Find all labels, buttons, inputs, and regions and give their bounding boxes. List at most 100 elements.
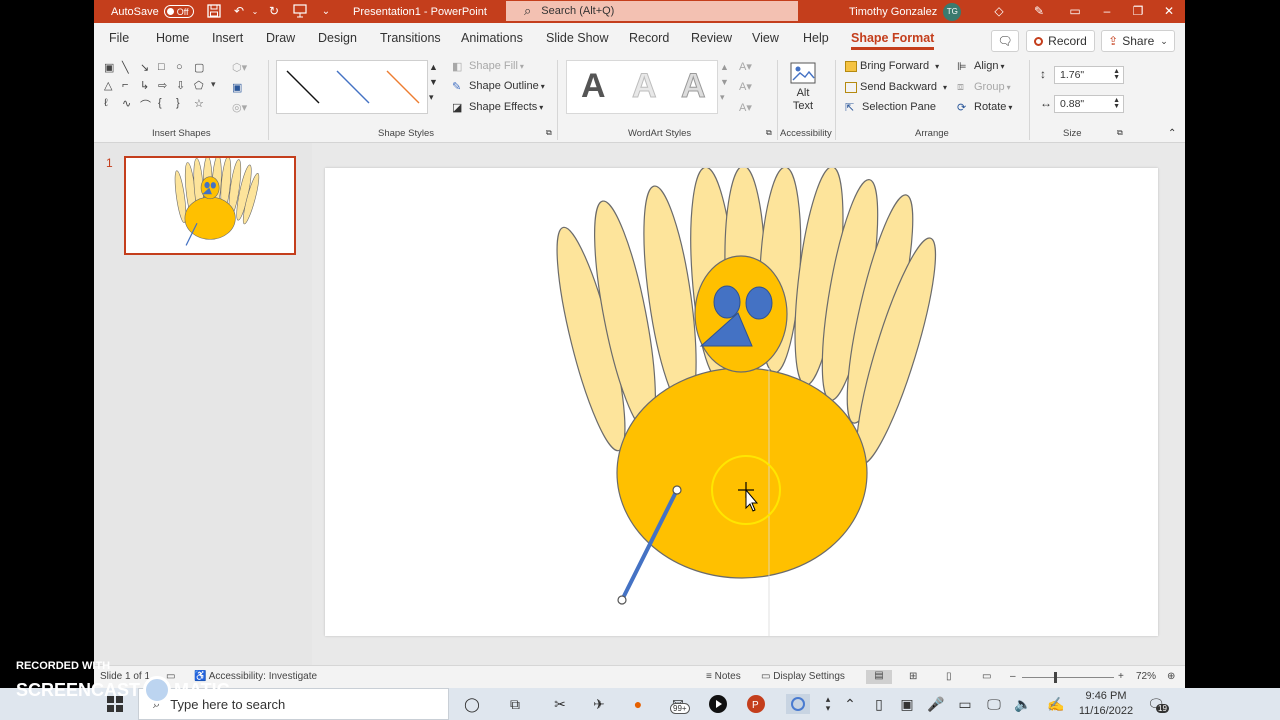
fit-slide-icon[interactable]: ⊕	[1167, 671, 1175, 682]
clock[interactable]: 9:46 PM 11/16/2022	[1076, 689, 1136, 719]
star-shape-icon[interactable]: ☆	[194, 97, 204, 110]
pen-workspace-icon[interactable]: ✍	[1046, 694, 1066, 714]
snipping-tool-icon[interactable]: ✂	[550, 694, 570, 714]
zoom-level[interactable]: 72%	[1136, 671, 1156, 682]
record-button[interactable]: Record	[1026, 30, 1095, 52]
minimize-icon[interactable]: –	[1099, 3, 1115, 19]
triangle-shape-icon[interactable]: △	[104, 79, 112, 92]
tab-help[interactable]: Help	[803, 31, 829, 45]
customize-toolbar-icon[interactable]: ⌄	[318, 3, 334, 19]
wordart-gallery[interactable]: A A A	[566, 60, 718, 114]
down-arrow-shape-icon[interactable]: ⇩	[176, 79, 185, 92]
autosave-control[interactable]: AutoSave Off	[111, 0, 194, 23]
cortana-icon[interactable]: ◯	[462, 694, 482, 714]
pentagon-shape-icon[interactable]: ⬠	[194, 79, 204, 92]
wordart-dialog-launcher-icon[interactable]: ⧉	[766, 128, 772, 138]
tab-draw[interactable]: Draw	[266, 31, 295, 45]
alt-text-button[interactable]: Alt Text	[790, 62, 816, 113]
tab-insert[interactable]: Insert	[212, 31, 243, 45]
edit-shape-icon[interactable]: ⬡▾	[232, 61, 247, 74]
volume-icon[interactable]: 🔈	[1013, 694, 1033, 714]
tab-animations[interactable]: Animations	[461, 31, 523, 45]
slide-canvas[interactable]	[325, 165, 1158, 636]
firefox-icon[interactable]: ●	[628, 694, 648, 714]
shape-fill-button[interactable]: ◧ Shape Fill ▾	[452, 60, 524, 73]
display-settings-button[interactable]: ▭ Display Settings	[761, 671, 845, 682]
tab-transitions[interactable]: Transitions	[380, 31, 441, 45]
elbow-connector-icon[interactable]: ⌐	[122, 79, 128, 91]
save-icon[interactable]	[206, 3, 222, 19]
freeform-shape-icon[interactable]: ℓ	[104, 97, 108, 109]
normal-view-icon[interactable]: ▤	[866, 670, 892, 684]
wordart-style-plain[interactable]: A	[581, 67, 606, 106]
shape-outline-button[interactable]: ✎ Shape Outline ▾	[452, 80, 545, 93]
bring-forward-button[interactable]: Bring Forward ▾	[845, 60, 939, 72]
share-button[interactable]: ⇪ Share ⌄	[1101, 30, 1175, 52]
redo-icon[interactable]: ↻	[266, 3, 282, 19]
rectangle-shape-icon[interactable]: □	[158, 61, 165, 73]
merge-shapes-icon[interactable]: ◎▾	[232, 101, 247, 114]
collapse-ribbon-icon[interactable]: ⌃	[1168, 128, 1176, 139]
tab-shape-format[interactable]: Shape Format	[851, 31, 935, 50]
group-button[interactable]: ⧈ Group ▾	[957, 81, 1011, 93]
tab-review[interactable]: Review	[691, 31, 732, 45]
tab-slide-show[interactable]: Slide Show	[546, 31, 609, 45]
wordart-style-shadow[interactable]: A	[681, 67, 707, 106]
search-box[interactable]: ⌕ Search (Alt+Q)	[506, 1, 798, 21]
send-backward-button[interactable]: Send Backward ▾	[845, 81, 947, 93]
zoom-in-icon[interactable]: +	[1118, 671, 1124, 682]
battery-icon[interactable]: ▭	[955, 694, 975, 714]
tab-record[interactable]: Record	[629, 31, 669, 45]
present-from-beginning-icon[interactable]	[292, 3, 308, 19]
close-icon[interactable]: ✕	[1161, 3, 1177, 19]
right-arrow-shape-icon[interactable]: ⇨	[158, 79, 167, 92]
premium-diamond-icon[interactable]: ◇	[991, 3, 1007, 19]
textbox-shape-icon[interactable]: ▣	[104, 61, 114, 74]
height-field[interactable]: 1.76" ▲ ▼	[1054, 66, 1124, 84]
notes-button[interactable]: ≡ Notes	[706, 671, 741, 682]
slide-sorter-icon[interactable]: ⊞	[909, 671, 917, 682]
show-hidden-icons-icon[interactable]: ⌃	[840, 694, 860, 714]
spinner-icon[interactable]: ▲ ▼	[1113, 68, 1120, 81]
avatar[interactable]: TG	[943, 2, 962, 21]
undo-dropdown-icon[interactable]: ⌄	[247, 3, 263, 19]
oval-shape-icon[interactable]: ○	[176, 61, 183, 73]
text-effects-icon[interactable]: A▾	[739, 101, 752, 114]
connector-arrow-icon[interactable]: ↳	[140, 79, 149, 92]
zoom-slider-thumb[interactable]	[1054, 672, 1057, 683]
align-button[interactable]: ⊫ Align ▾	[957, 60, 1004, 73]
shape-styles-gallery[interactable]	[276, 60, 428, 114]
shape-effects-button[interactable]: ◪ Shape Effects ▾	[452, 101, 543, 114]
undo-icon[interactable]: ↶	[231, 3, 247, 19]
zoom-out-icon[interactable]: –	[1010, 671, 1016, 682]
dialog-launcher-icon[interactable]: ⧉	[546, 128, 552, 138]
app-icon[interactable]: ✈	[589, 694, 609, 714]
rotate-button[interactable]: ⟳ Rotate ▾	[957, 101, 1012, 114]
arrow-line-shape-icon[interactable]: ↘	[140, 61, 149, 74]
taskbar-scroll-icon[interactable]: ▴ ▾	[818, 694, 838, 714]
slide-thumbnail[interactable]	[124, 155, 296, 255]
reading-view-icon[interactable]: ▯	[946, 671, 952, 682]
width-field[interactable]: 0.88" ▲ ▼	[1054, 95, 1124, 113]
restore-icon[interactable]: ❐	[1130, 3, 1146, 19]
more-shapes-icon[interactable]: ▾	[211, 79, 216, 90]
spinner-icon[interactable]: ▲ ▼	[1113, 97, 1120, 110]
comments-button[interactable]: 🗨	[991, 30, 1019, 52]
line-shape-icon[interactable]: ╲	[122, 61, 129, 74]
zoom-slider[interactable]	[1022, 672, 1114, 683]
microphone-icon[interactable]: 🎤	[926, 694, 946, 714]
selection-pane-button[interactable]: ⇱ Selection Pane	[845, 101, 936, 114]
size-dialog-launcher-icon[interactable]: ⧉	[1117, 128, 1123, 138]
draw-textbox-icon[interactable]: ▣	[232, 81, 242, 94]
screencast-taskbar-icon[interactable]	[786, 694, 810, 714]
text-outline-icon[interactable]: A▾	[739, 80, 752, 93]
text-fill-icon[interactable]: A▾	[739, 60, 752, 73]
tray-display-icon[interactable]: ▣	[897, 694, 917, 714]
curve-shape-icon[interactable]: ∿	[122, 97, 131, 110]
task-view-icon[interactable]: ⧉	[505, 694, 525, 714]
network-icon[interactable]: 🖵	[984, 694, 1004, 714]
ribbon-display-icon[interactable]: ▭	[1067, 3, 1083, 19]
media-player-icon[interactable]	[708, 694, 728, 714]
slideshow-view-icon[interactable]: ▭	[982, 671, 991, 682]
rounded-rect-shape-icon[interactable]: ▢	[194, 61, 204, 74]
